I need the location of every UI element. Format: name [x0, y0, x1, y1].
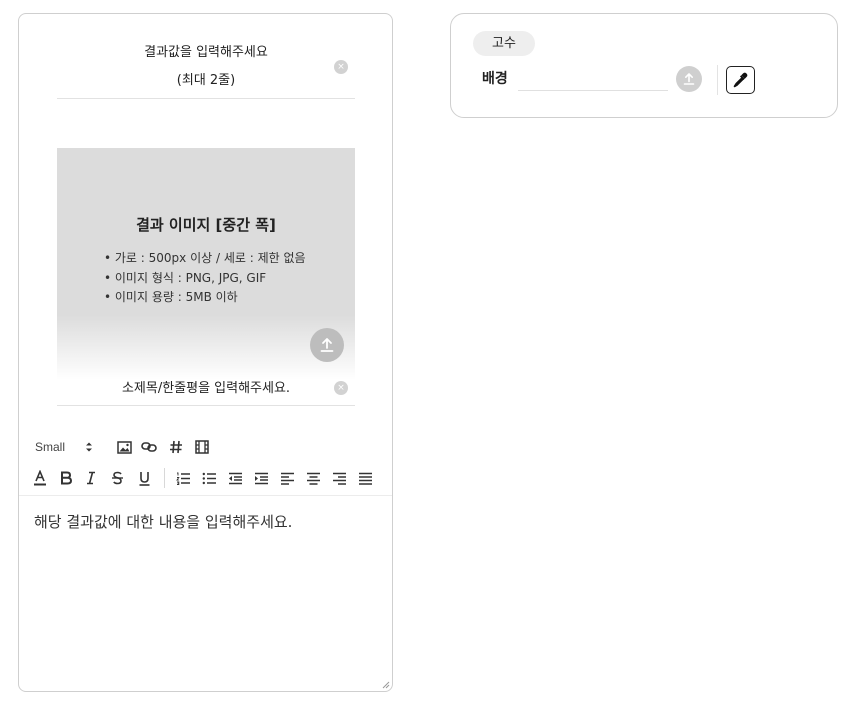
upload-icon [683, 73, 695, 85]
indent-icon[interactable] [252, 469, 270, 487]
background-upload-button[interactable] [676, 66, 702, 92]
result-title-placeholder-line1: 결과값을 입력해주세요 [144, 45, 268, 60]
image-guide-list: • 가로 : 500px 이상 / 세로 : 제한 없음 • 이미지 형식 : … [104, 249, 306, 308]
image-icon[interactable] [115, 438, 133, 456]
toolbar-separator [164, 468, 165, 488]
align-left-icon[interactable] [278, 469, 296, 487]
image-guide-title: 결과 이미지 [중간 폭] [136, 216, 276, 234]
eyedropper-icon [733, 72, 748, 88]
strikethrough-icon[interactable] [108, 469, 126, 487]
background-separator [717, 65, 718, 95]
result-card: 결과값을 입력해주세요 (최대 2줄) × 결과 이미지 [중간 폭] • 가로… [18, 13, 393, 692]
editor-content-area[interactable]: 해당 결과값에 대한 내용을 입력해주세요. [34, 511, 292, 532]
editor-toolbar-row2 [19, 466, 392, 490]
text-color-icon[interactable] [31, 469, 49, 487]
ordered-list-icon[interactable] [174, 469, 192, 487]
font-size-select[interactable]: Small [35, 440, 65, 454]
level-badge: 고수 [473, 31, 535, 56]
clear-subtitle-button[interactable]: × [334, 381, 348, 395]
bullet-list-icon[interactable] [200, 469, 218, 487]
align-center-icon[interactable] [304, 469, 322, 487]
video-icon[interactable] [193, 438, 211, 456]
toolbar-divider [19, 495, 392, 496]
level-card: 고수 배경 [450, 13, 838, 118]
align-right-icon[interactable] [330, 469, 348, 487]
resize-handle-icon[interactable] [381, 680, 390, 689]
background-input[interactable] [518, 69, 668, 91]
upload-icon [320, 338, 334, 352]
image-guide-size: • 가로 : 500px 이상 / 세로 : 제한 없음 [104, 251, 306, 265]
updown-arrow-icon[interactable] [85, 441, 93, 453]
image-upload-button[interactable] [310, 328, 344, 362]
hashtag-icon[interactable] [167, 438, 185, 456]
link-icon[interactable] [140, 438, 158, 456]
outdent-icon[interactable] [226, 469, 244, 487]
bold-icon[interactable] [57, 469, 75, 487]
align-justify-icon[interactable] [356, 469, 374, 487]
background-label: 배경 [482, 71, 508, 87]
result-title-input[interactable]: 결과값을 입력해주세요 (최대 2줄) [57, 42, 355, 99]
clear-title-button[interactable]: × [334, 60, 348, 74]
result-title-placeholder-line2: (최대 2줄) [176, 73, 236, 88]
underline-icon[interactable] [135, 469, 153, 487]
italic-icon[interactable] [82, 469, 100, 487]
subtitle-input[interactable]: 소제목/한줄평을 입력해주세요. [57, 376, 355, 406]
color-picker-button[interactable] [726, 66, 755, 94]
image-guide-format: • 이미지 형식 : PNG, JPG, GIF [104, 270, 267, 285]
image-guide-filesize: • 이미지 용량 : 5MB 이하 [104, 290, 238, 304]
result-image-dropzone[interactable]: 결과 이미지 [중간 폭] • 가로 : 500px 이상 / 세로 : 제한 … [57, 148, 355, 380]
editor-toolbar-row1: Small [19, 435, 392, 459]
